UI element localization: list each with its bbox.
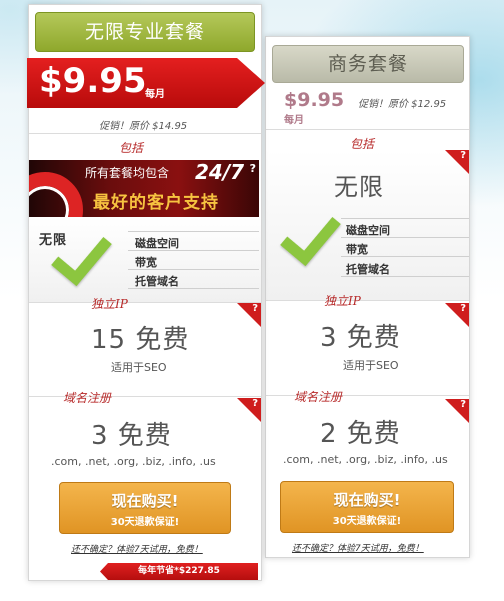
banner-headline: 最好的客户支持	[93, 193, 219, 213]
banner-caption: 所有套餐均包含	[85, 166, 170, 180]
unlimited-label: 无限	[39, 233, 68, 248]
support-banner: 所有套餐均包含 24/7 最好的客户支持 ?	[29, 160, 259, 217]
domain-subtext: .com, .net, .org, .biz, .info, .us	[51, 455, 216, 468]
ip-subtext: 适用于SEO	[111, 361, 167, 374]
ip-value: 15 免费	[91, 325, 190, 355]
plan-price-period: 每月	[284, 115, 304, 126]
buy-now-label: 现在购买!	[333, 491, 401, 509]
plan-price: $9.95	[284, 89, 345, 111]
feature-bandwidth: 带宽	[135, 256, 157, 269]
includes-heading: 包括	[119, 141, 144, 155]
free-trial-link[interactable]: 还不确定？体验7天试用，免费！	[292, 541, 424, 554]
plan-title: 商务套餐	[272, 45, 464, 83]
feature-bandwidth: 带宽	[346, 243, 368, 256]
domain-value: 3 免费	[91, 421, 172, 451]
guarantee-label: 30天退款保证!	[110, 517, 180, 528]
domain-heading: 域名注册	[294, 390, 343, 404]
free-trial-link[interactable]: 还不确定？体验7天试用，免费！	[71, 542, 203, 555]
help-icon[interactable]: ?	[250, 162, 256, 175]
divider	[29, 133, 261, 134]
feature-domains: 托管域名	[346, 263, 390, 276]
ip-heading: 独立IP	[91, 297, 128, 311]
lifebuoy-icon	[29, 172, 83, 217]
ip-subtext: 适用于SEO	[343, 359, 399, 372]
plan-price: $9.95	[39, 61, 147, 101]
help-corner-icon[interactable]: ?	[237, 398, 261, 422]
guarantee-label: 30天退款保证!	[332, 516, 402, 527]
divider	[341, 256, 469, 257]
help-corner-icon[interactable]: ?	[445, 399, 469, 423]
divider	[128, 269, 259, 270]
promo-text: 促销！原价 $12.95	[358, 99, 447, 110]
plan-card-business: 商务套餐 $9.95 每月 促销！原价 $12.95 包括 ? 无限 磁盘空间 …	[265, 36, 470, 558]
promo-text: 促销！原价 $14.95	[99, 121, 188, 132]
buy-now-button[interactable]: 现在购买! 30天退款保证!	[280, 481, 454, 533]
divider	[266, 129, 469, 130]
plan-price-period: 每月	[145, 89, 165, 100]
help-corner-icon[interactable]: ?	[237, 303, 261, 327]
domain-heading: 域名注册	[63, 391, 112, 405]
banner-247: 24/7	[195, 160, 245, 184]
divider	[29, 302, 261, 303]
feature-disk: 磁盘空间	[346, 224, 390, 237]
buy-now-label: 现在购买!	[111, 492, 179, 510]
plan-card-pro: 无限专业套餐 $9.95 每月 促销！原价 $14.95 包括 所有套餐均包含 …	[27, 4, 265, 581]
ip-heading: 独立IP	[324, 294, 361, 308]
annual-savings-badge: 每年节省*$227.85	[100, 563, 258, 580]
feature-domains: 托管域名	[135, 275, 179, 288]
buy-now-button[interactable]: 现在购买! 30天退款保证!	[59, 482, 231, 534]
divider	[341, 237, 469, 238]
divider	[341, 218, 469, 219]
divider	[128, 250, 259, 251]
unlimited-label: 无限	[334, 173, 384, 201]
domain-subtext: .com, .net, .org, .biz, .info, .us	[283, 453, 448, 466]
ip-value: 3 免费	[320, 323, 401, 353]
plan-title: 无限专业套餐	[35, 12, 255, 52]
divider	[266, 300, 469, 301]
price-ribbon: $9.95 每月	[27, 58, 265, 108]
domain-value: 2 免费	[320, 419, 401, 449]
divider	[341, 276, 469, 277]
divider	[128, 231, 259, 232]
feature-disk: 磁盘空间	[135, 237, 179, 250]
help-corner-icon[interactable]: ?	[445, 303, 469, 327]
divider	[128, 288, 259, 289]
